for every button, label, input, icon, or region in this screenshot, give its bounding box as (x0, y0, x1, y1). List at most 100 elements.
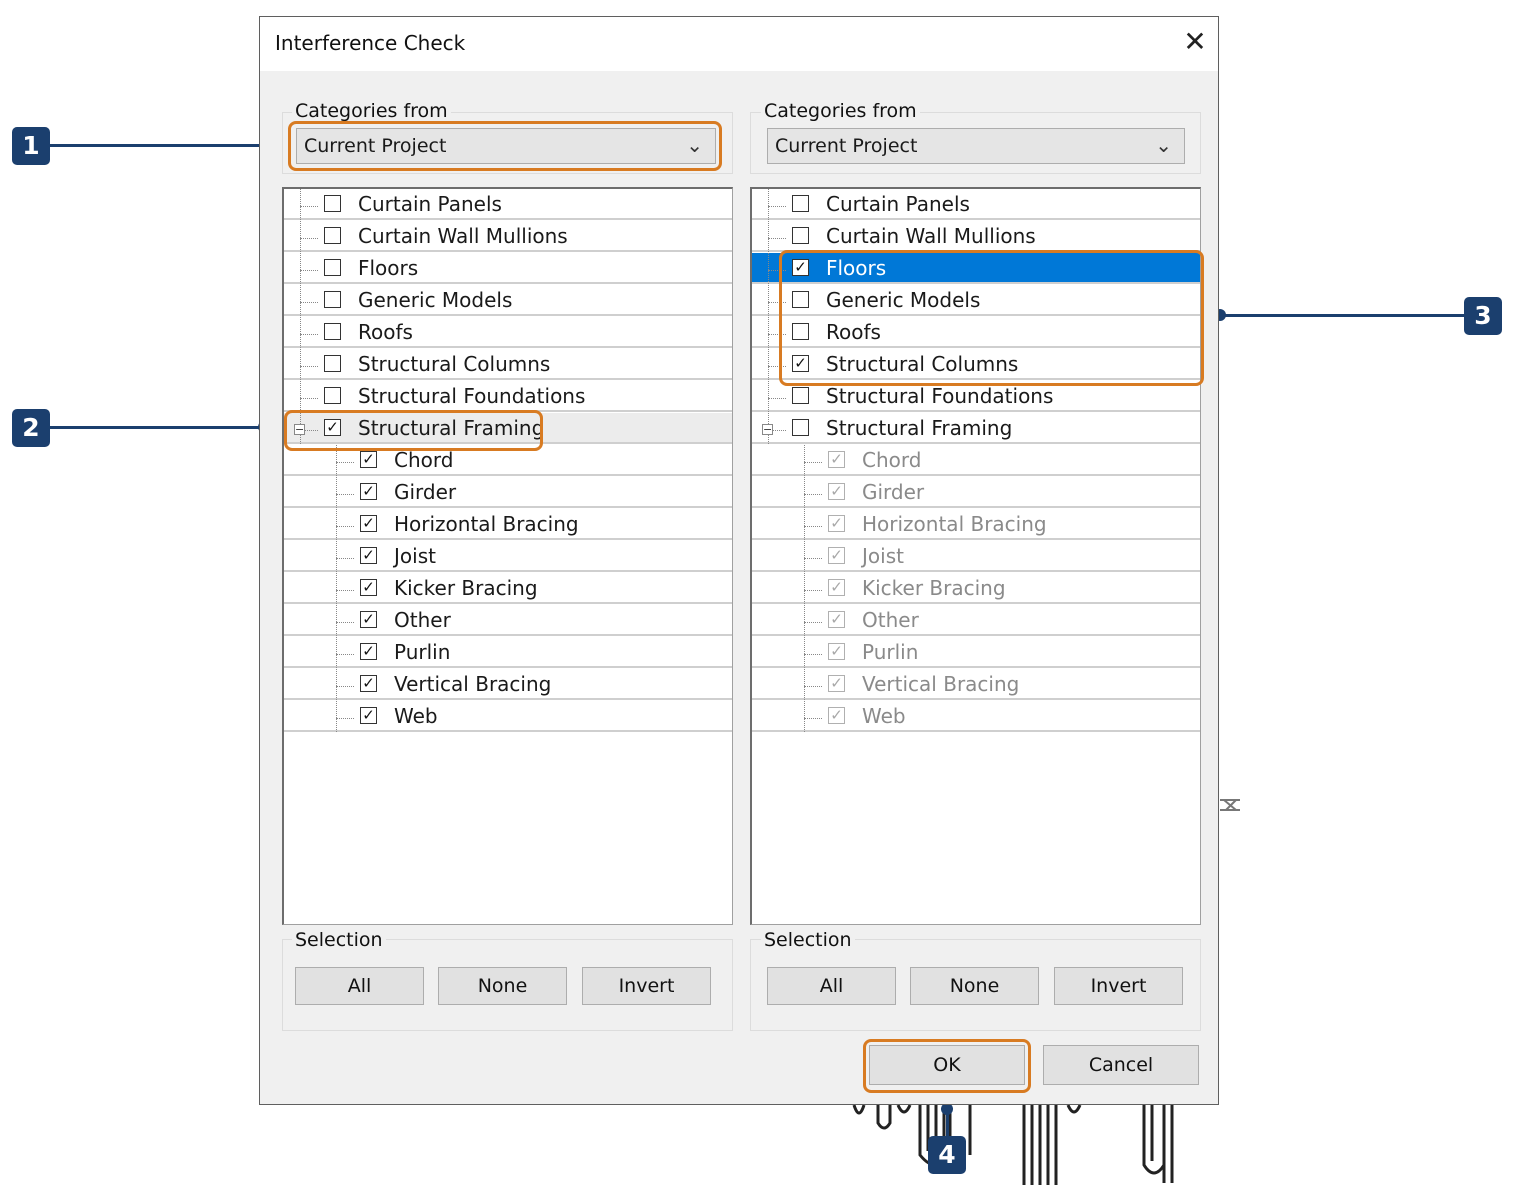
tree-item-label: Structural Foundations (826, 384, 1054, 408)
right-invert-button[interactable]: Invert (1054, 967, 1183, 1005)
tree-connector (804, 590, 822, 591)
tree-item[interactable]: Roofs (284, 317, 732, 348)
checkbox[interactable] (324, 259, 341, 276)
right-none-button[interactable]: None (910, 967, 1039, 1005)
checkbox[interactable] (324, 195, 341, 212)
title-bar: Interference Check ✕ (260, 17, 1218, 71)
checkbox[interactable] (324, 387, 341, 404)
cancel-button[interactable]: Cancel (1043, 1045, 1199, 1085)
tree-connector (804, 445, 805, 476)
tree-item[interactable]: ✓ Joist (752, 541, 1200, 572)
tree-item[interactable]: ✓ Vertical Bracing (752, 669, 1200, 700)
tree-item[interactable]: Curtain Wall Mullions (284, 221, 732, 252)
tree-item[interactable]: ✓ Other (284, 605, 732, 636)
checkbox[interactable] (792, 227, 809, 244)
checkbox[interactable]: ✓ (828, 483, 845, 500)
checkbox[interactable]: ✓ (828, 611, 845, 628)
checkbox[interactable]: ✓ (828, 515, 845, 532)
checkbox[interactable]: ✓ (360, 675, 377, 692)
tree-item[interactable]: ✓ Kicker Bracing (284, 573, 732, 604)
checkbox[interactable] (792, 195, 809, 212)
interference-check-dialog: Interference Check ✕ Categories from Cur… (259, 16, 1219, 1105)
checkbox[interactable] (324, 323, 341, 340)
tree-connector (804, 718, 822, 719)
tree-item[interactable]: Curtain Wall Mullions (752, 221, 1200, 252)
checkbox[interactable]: ✓ (360, 707, 377, 724)
tree-item-label: Joist (394, 544, 436, 568)
tree-connector (768, 221, 769, 252)
right-all-button[interactable]: All (767, 967, 896, 1005)
checkbox[interactable] (324, 355, 341, 372)
checkbox[interactable]: ✓ (828, 547, 845, 564)
tree-item[interactable]: ✓ Purlin (284, 637, 732, 668)
tree-item[interactable]: ✓ Girder (752, 477, 1200, 508)
checkbox[interactable]: ✓ (360, 451, 377, 468)
tree-connector (336, 526, 354, 527)
tree-item[interactable]: ✓ Purlin (752, 637, 1200, 668)
checkbox[interactable] (324, 227, 341, 244)
collapse-icon[interactable]: − (762, 424, 773, 435)
tree-item[interactable]: ✓ Web (284, 701, 732, 732)
tree-item[interactable]: ✓ Joist (284, 541, 732, 572)
left-source-highlight (288, 121, 722, 171)
tree-connector (300, 349, 301, 380)
tree-item[interactable]: − Structural Framing (752, 413, 1200, 444)
tree-item-label: Curtain Wall Mullions (358, 224, 568, 248)
left-invert-button[interactable]: Invert (582, 967, 711, 1005)
callout-4: 4 (928, 1136, 966, 1174)
checkbox[interactable] (324, 291, 341, 308)
checkbox[interactable]: ✓ (360, 579, 377, 596)
tree-item[interactable]: Curtain Panels (284, 189, 732, 220)
tree-connector (768, 189, 769, 220)
checkbox[interactable]: ✓ (828, 707, 845, 724)
checkbox[interactable]: ✓ (828, 643, 845, 660)
tree-connector (804, 462, 822, 463)
checkbox[interactable]: ✓ (828, 675, 845, 692)
tree-connector (768, 381, 769, 412)
tree-connector (300, 381, 301, 412)
tree-connector (336, 477, 337, 508)
tree-connector (804, 526, 822, 527)
tree-item[interactable]: ✓ Web (752, 701, 1200, 732)
tree-item[interactable]: ✓ Kicker Bracing (752, 573, 1200, 604)
tree-item[interactable]: ✓ Chord (752, 445, 1200, 476)
tree-item[interactable]: ✓ Horizontal Bracing (284, 509, 732, 540)
right-source-dropdown[interactable]: Current Project ⌄ (767, 128, 1185, 164)
checkbox[interactable]: ✓ (828, 579, 845, 596)
tree-item[interactable]: Curtain Panels (752, 189, 1200, 220)
left-none-button[interactable]: None (438, 967, 567, 1005)
tree-connector (336, 686, 354, 687)
tree-connector (804, 477, 805, 508)
tree-connector (336, 637, 337, 668)
tree-item[interactable]: Floors (284, 253, 732, 284)
checkbox[interactable]: ✓ (360, 643, 377, 660)
tree-item[interactable]: ✓ Girder (284, 477, 732, 508)
checkbox[interactable] (792, 419, 809, 436)
tree-item[interactable]: Structural Foundations (284, 381, 732, 412)
tree-connector (768, 206, 786, 207)
tree-item-label: Web (862, 704, 906, 728)
checkbox[interactable]: ✓ (828, 451, 845, 468)
tree-item[interactable]: Structural Columns (284, 349, 732, 380)
tree-item[interactable]: Generic Models (284, 285, 732, 316)
checkbox[interactable]: ✓ (360, 611, 377, 628)
checkbox[interactable] (792, 387, 809, 404)
checkbox[interactable]: ✓ (360, 483, 377, 500)
tree-connector (300, 238, 318, 239)
tree-item[interactable]: ✓ Vertical Bracing (284, 669, 732, 700)
tree-item[interactable]: ✓ Other (752, 605, 1200, 636)
checkbox[interactable]: ✓ (360, 515, 377, 532)
tree-item[interactable]: ✓ Horizontal Bracing (752, 509, 1200, 540)
tree-item-label: Curtain Wall Mullions (826, 224, 1036, 248)
tree-connector (804, 654, 822, 655)
close-icon[interactable]: ✕ (1180, 27, 1210, 57)
tree-connector (300, 334, 318, 335)
tree-connector (300, 366, 318, 367)
tree-connector (336, 718, 354, 719)
left-category-tree[interactable]: Curtain Panels Curtain Wall Mullions Floor… (282, 187, 733, 925)
tree-connector (336, 701, 337, 732)
tree-connector (804, 605, 805, 636)
tree-connector (300, 189, 301, 220)
checkbox[interactable]: ✓ (360, 547, 377, 564)
left-all-button[interactable]: All (295, 967, 424, 1005)
